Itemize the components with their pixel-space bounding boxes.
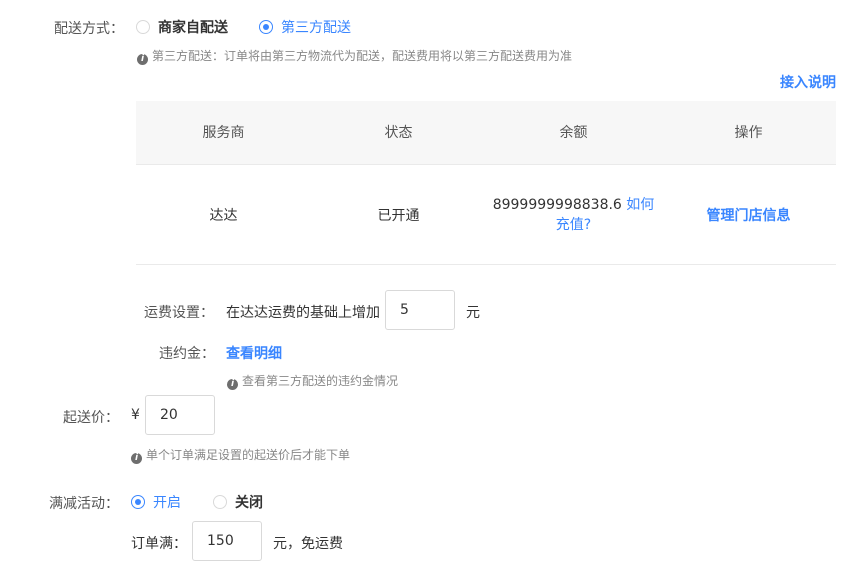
radio-unselected-icon[interactable]	[136, 20, 150, 34]
info-icon: i	[137, 54, 148, 65]
radio-unselected-icon[interactable]	[213, 495, 227, 509]
table-row: 达达 已开通 8999999998838.6 如何 充值? 管理门店信息	[136, 165, 836, 265]
order-threshold-label: 订单满：	[131, 536, 187, 552]
radio-third-party-delivery[interactable]: 第三方配送	[259, 17, 351, 37]
cell-balance: 8999999998838.6 如何 充值?	[486, 165, 661, 265]
radio-third-party-delivery-label: 第三方配送	[281, 20, 351, 36]
radio-discount-on[interactable]: 开启	[131, 492, 181, 512]
column-header-provider: 服务商	[202, 125, 245, 141]
min-price-label: 起送价：	[63, 410, 119, 426]
manage-store-link[interactable]: 管理门店信息	[661, 165, 836, 265]
radio-merchant-delivery[interactable]: 商家自配送	[136, 17, 228, 37]
min-price-input[interactable]: 20	[145, 395, 215, 435]
fee-setting-text: 在达达运费的基础上增加	[226, 305, 380, 321]
min-price-hint-text: 单个订单满足设置的起送价后才能下单	[146, 448, 351, 462]
column-header-balance: 余额	[559, 125, 588, 141]
penalty-hint-text: 查看第三方配送的违约金情况	[242, 374, 399, 388]
discount-activity-label: 满减活动：	[49, 496, 119, 512]
balance-value: 8999999998838.6	[492, 197, 622, 213]
table-header: 服务商 状态 余额 操作	[136, 101, 836, 165]
radio-merchant-delivery-label: 商家自配送	[158, 20, 228, 36]
access-guide-link[interactable]: 接入说明	[780, 72, 836, 92]
radio-discount-off-label: 关闭	[235, 495, 263, 511]
fee-setting-label: 运费设置：	[144, 305, 214, 321]
penalty-detail-link[interactable]: 查看明细	[226, 343, 282, 363]
order-threshold-suffix: 元，免运费	[273, 536, 343, 552]
fee-unit: 元	[466, 305, 480, 321]
radio-selected-icon[interactable]	[259, 20, 273, 34]
cell-provider: 达达	[209, 208, 238, 224]
delivery-method-label: 配送方式：	[54, 21, 124, 37]
fee-increase-input[interactable]: 5	[385, 290, 455, 330]
delivery-hint-text: 第三方配送：订单将由第三方物流代为配送，配送费用将以第三方配送费用为准	[152, 49, 573, 63]
delivery-hint: i 第三方配送：订单将由第三方物流代为配送，配送费用将以第三方配送费用为准	[137, 47, 572, 65]
column-header-status: 状态	[384, 125, 413, 141]
radio-selected-icon[interactable]	[131, 495, 145, 509]
min-price-hint: i 单个订单满足设置的起送价后才能下单	[131, 446, 350, 464]
cell-status: 已开通	[377, 208, 420, 224]
radio-discount-off[interactable]: 关闭	[213, 492, 263, 512]
recharge-link-cont[interactable]: 充值?	[556, 217, 591, 233]
penalty-hint: i 查看第三方配送的违约金情况	[227, 372, 398, 390]
column-header-action: 操作	[734, 125, 763, 141]
radio-discount-on-label: 开启	[153, 495, 181, 511]
info-icon: i	[227, 379, 238, 390]
info-icon: i	[131, 453, 142, 464]
currency-symbol: ¥	[131, 407, 140, 423]
order-threshold-input[interactable]: 150	[192, 521, 262, 561]
recharge-link[interactable]: 如何	[626, 197, 654, 213]
penalty-label: 违约金：	[159, 346, 215, 362]
provider-table: 服务商 状态 余额 操作 达达 已开通 8999999998838.6 如何 充…	[136, 101, 836, 265]
